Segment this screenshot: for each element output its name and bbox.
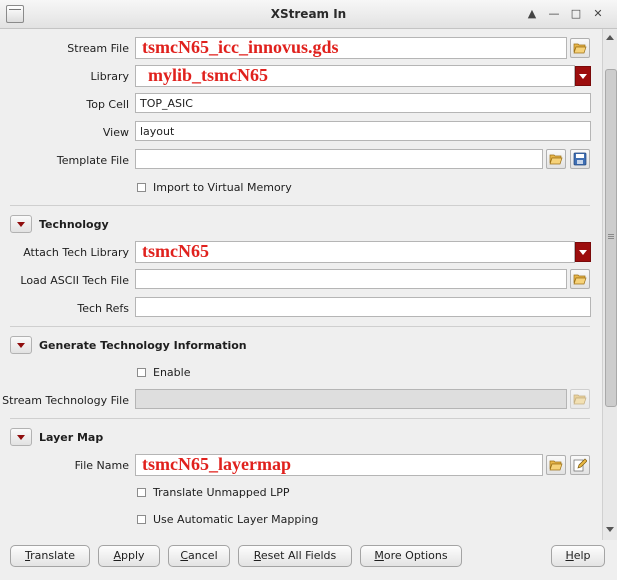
separator [10,418,590,419]
generate-tech-info-expand-icon[interactable] [10,336,32,354]
import-virtual-memory-label: Import to Virtual Memory [153,181,292,194]
library-select[interactable]: mylib_tsmcN65 [135,65,575,87]
template-file-browse-button[interactable] [546,149,566,169]
import-virtual-memory-checkbox[interactable] [137,183,146,192]
more-options-button[interactable]: More Options [360,545,462,567]
stream-technology-file-label: Stream Technology File [2,394,129,407]
scrollbar-thumb[interactable] [605,69,617,407]
technology-section-title: Technology [39,218,109,231]
view-input[interactable]: layout [135,121,591,141]
save-icon [573,152,587,166]
library-dropdown-arrow-icon[interactable] [575,66,591,86]
template-file-input[interactable] [135,149,543,169]
folder-open-icon [549,154,563,165]
edit-icon [573,458,587,472]
separator [10,205,590,206]
load-ascii-tech-file-label: Load ASCII Tech File [20,274,129,287]
top-cell-label: Top Cell [86,98,129,111]
translate-unmapped-lpp-label: Translate Unmapped LPP [153,486,290,499]
top-cell-input[interactable]: TOP_ASIC [135,93,591,113]
use-automatic-layer-mapping-label: Use Automatic Layer Mapping [153,513,319,526]
translate-button[interactable]: Translate [10,545,90,567]
use-automatic-layer-mapping-checkbox[interactable] [137,515,146,524]
folder-open-icon [573,274,587,285]
translate-unmapped-lpp-checkbox[interactable] [137,488,146,497]
enable-label: Enable [153,366,191,379]
attach-tech-library-select[interactable]: tsmcN65 [135,241,575,263]
technology-expand-icon[interactable] [10,215,32,233]
shade-icon[interactable]: ▲ [523,5,541,23]
scroll-down-icon[interactable] [606,527,614,532]
minimize-icon[interactable]: — [545,5,563,23]
folder-open-icon [573,43,587,54]
file-name-label: File Name [74,459,129,472]
window-controls: ▲ — □ ✕ [523,5,611,23]
apply-button[interactable]: Apply [98,545,160,567]
attach-tech-library-label: Attach Tech Library [23,246,129,259]
folder-open-icon [573,394,587,405]
stream-file-browse-button[interactable] [570,38,590,58]
library-label: Library [90,70,129,83]
title-bar: XStream In ▲ — □ ✕ [0,0,617,29]
layer-map-edit-button[interactable] [570,455,590,475]
layer-map-section-title: Layer Map [39,431,104,444]
scroll-up-icon[interactable] [606,35,614,40]
stream-file-input[interactable]: tsmcN65_icc_innovus.gds [135,37,567,59]
template-file-save-button[interactable] [570,149,590,169]
view-label: View [102,126,129,139]
load-ascii-tech-file-input[interactable] [135,269,567,289]
load-ascii-tech-file-browse-button[interactable] [570,269,590,289]
cancel-button[interactable]: Cancel [168,545,230,567]
enable-checkbox[interactable] [137,368,146,377]
separator [10,326,590,327]
attach-tech-library-dropdown-arrow-icon[interactable] [575,242,591,262]
layer-map-expand-icon[interactable] [10,428,32,446]
close-icon[interactable]: ✕ [589,5,607,23]
stream-technology-file-input[interactable] [135,389,567,409]
stream-file-label: Stream File [67,42,129,55]
vertical-scrollbar[interactable] [602,29,617,540]
reset-all-fields-button[interactable]: Reset All Fields [238,545,352,567]
template-file-label: Template File [56,154,129,167]
generate-tech-info-section-title: Generate Technology Information [39,339,247,352]
folder-open-icon [549,460,563,471]
tech-refs-input[interactable] [135,297,591,317]
layer-map-file-input[interactable]: tsmcN65_layermap [135,454,543,476]
layer-map-browse-button[interactable] [546,455,566,475]
help-button[interactable]: Help [551,545,605,567]
tech-refs-label: Tech Refs [77,302,129,315]
maximize-icon[interactable]: □ [567,5,585,23]
stream-technology-file-browse-button[interactable] [570,389,590,409]
